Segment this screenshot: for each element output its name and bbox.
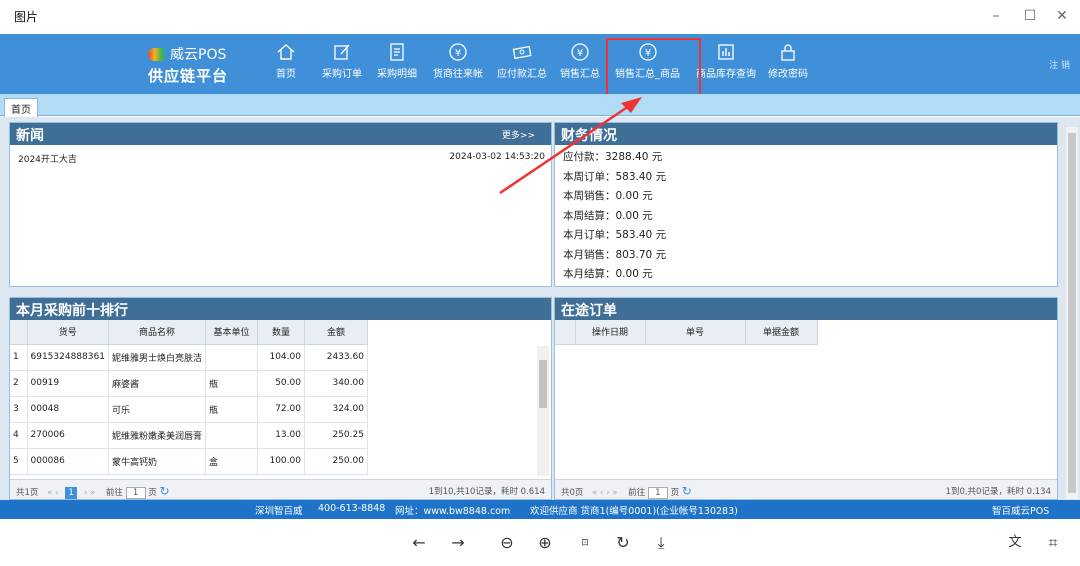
tab-bar: 首页 (0, 94, 1080, 117)
table-row[interactable]: 2 00919 麻婆酱瓶 50.00 340.00 (10, 370, 368, 397)
finance-line: 本周销售：0.00 元 (563, 190, 653, 202)
table-row[interactable]: 3 00048 可乐瓶 72.00 324.00 (10, 396, 368, 423)
col-header: 单号 (645, 320, 746, 345)
top10-panel: 本月采购前十排行 货号 商品名称 基本单位 数量 金额 1 69153248883… (9, 297, 552, 500)
close-icon[interactable]: ✕ (1052, 6, 1072, 26)
minimize-icon[interactable]: – (986, 6, 1006, 26)
col-header: 数量 (257, 320, 305, 345)
yen-circle-icon: ¥ (571, 43, 589, 61)
download-icon[interactable]: ⤓ (650, 532, 672, 554)
finance-line: 本月销售：803.70 元 (563, 248, 667, 261)
home-icon (277, 44, 295, 60)
yen-circle-icon: ¥ (449, 43, 467, 61)
news-item-date: 2024-03-02 14:53:20 (449, 152, 545, 162)
top10-table: 货号 商品名称 基本单位 数量 金额 1 6915324888361 妮维雅男士焕白… (10, 320, 368, 475)
nav-supplier-account[interactable]: ¥ 货商往来帐 (433, 38, 483, 80)
pager-info: 1到10,共10记录，耗时 0.614 (428, 487, 545, 497)
nav-purchase-order[interactable]: 采购订单 (322, 38, 362, 80)
transit-table: 操作日期 单号 单据金额 (555, 320, 818, 345)
zoom-out-icon[interactable]: ⊖ (496, 532, 518, 554)
highlight-box (606, 38, 701, 97)
page-button[interactable]: 1 (65, 487, 78, 499)
app-header: 威云POS 供应链平台 首页 采购订单 采购明细 ¥ 货商往来帐 应付款汇总 ¥ 销… (0, 34, 1080, 94)
table-row[interactable]: 5 000086 蒙牛高钙奶盒 100.00 250.00 (10, 448, 368, 475)
finance-panel: 财务情况 应付款：3288.40 元 本周订单：583.40 元 本周销售：0.… (554, 122, 1058, 287)
nav-change-password[interactable]: 修改密码 (768, 38, 808, 80)
scan-text-icon[interactable]: ⌗ (1042, 532, 1064, 554)
arrow-left-icon[interactable]: ← (408, 532, 430, 554)
table-row[interactable]: 1 6915324888361 妮维雅男士焕白亮肤洁 104.00 2433.60 (10, 344, 368, 371)
top10-pager: 共1页 « ‹ 1 › » 前往 1 页 ↻ 1到10,共10记录，耗时 0.6… (10, 479, 551, 499)
cloud-logo-icon (148, 47, 168, 61)
finance-line: 本周结算：0.00 元 (563, 209, 653, 222)
finance-line: 本月订单：583.40 元 (563, 229, 667, 241)
next-page-icon[interactable]: › » (84, 488, 95, 498)
col-header: 商品名称 (108, 320, 206, 345)
tab-home[interactable]: 首页 (4, 98, 38, 117)
nav-sales-summary[interactable]: ¥ 销售汇总 (560, 38, 600, 80)
finance-title: 财务情况 (555, 123, 1057, 145)
refresh-icon[interactable]: ↻ (160, 484, 170, 498)
news-item[interactable]: 2024开工大吉 2024-03-02 14:53:20 (10, 145, 551, 172)
pager-info: 1到0,共0记录，耗时 0.134 (945, 487, 1051, 497)
svg-text:¥: ¥ (455, 48, 461, 59)
bar-chart-icon (718, 44, 734, 60)
news-item-text: 2024开工大吉 (18, 155, 77, 165)
lock-icon (781, 44, 795, 61)
refresh-icon[interactable]: ↻ (682, 484, 692, 498)
table-scrollbar[interactable] (537, 346, 549, 476)
logo-subtitle: 供应链平台 (148, 67, 229, 85)
prev-page-icon[interactable]: « ‹ › » (592, 488, 617, 498)
page-input[interactable]: 1 (125, 487, 146, 499)
rotate-icon[interactable]: ↻ (612, 532, 634, 554)
logo-title: 威云POS (170, 47, 227, 63)
maximize-icon[interactable]: ☐ (1020, 6, 1040, 26)
table-row[interactable]: 4 270006 妮维雅粉嫩柔美润唇膏 13.00 250.25 (10, 422, 368, 449)
main-content: 新闻 更多>> 2024开工大吉 2024-03-02 14:53:20 财务情况 … (0, 117, 1080, 502)
col-header: 单据金额 (745, 320, 818, 345)
logout-link[interactable]: 注 销 (1049, 58, 1070, 71)
actual-size-icon[interactable]: ⊡ (574, 532, 596, 554)
edit-icon (334, 44, 350, 60)
svg-text:¥: ¥ (577, 48, 583, 59)
window-titlebar: 图片 – ☐ ✕ (0, 0, 1080, 34)
finance-line: 本周订单：583.40 元 (563, 170, 667, 183)
zoom-in-icon[interactable]: ⊕ (534, 532, 556, 554)
page-scrollbar[interactable] (1066, 127, 1078, 499)
image-viewer-toolbar: ← → ⊖ ⊕ ⊡ ↻ ⤓ 文 ⌗ (0, 519, 1080, 566)
nav-payable-summary[interactable]: 应付款汇总 (497, 38, 547, 80)
arrow-right-icon[interactable]: → (447, 532, 469, 554)
brand-logo: 威云POS 供应链平台 (148, 44, 228, 86)
status-footer: 深圳智百威 400-613-8848 网址：www.bw8848.com 欢迎供… (0, 500, 1080, 519)
col-header: 货号 (27, 320, 109, 345)
more-link[interactable]: 更多>> (502, 128, 535, 141)
transit-panel: 在途订单 操作日期 单号 单据金额 共0页 « ‹ › » 前往 1 页 ↻ 1… (554, 297, 1058, 500)
page-input[interactable]: 1 (647, 487, 668, 499)
nav-stock-query[interactable]: 商品库存查询 (696, 38, 756, 80)
window-title: 图片 (14, 10, 39, 24)
finance-line: 应付款：3288.40 元 (563, 151, 663, 163)
document-icon (390, 43, 404, 61)
news-panel: 新闻 更多>> 2024开工大吉 2024-03-02 14:53:20 (9, 122, 552, 287)
transit-pager: 共0页 « ‹ › » 前往 1 页 ↻ 1到0,共0记录，耗时 0.134 (555, 479, 1057, 499)
top10-title: 本月采购前十排行 (10, 298, 551, 320)
col-header: 基本单位 (205, 320, 258, 345)
news-title: 新闻 (16, 128, 44, 144)
nav-home[interactable]: 首页 (276, 38, 296, 80)
finance-line: 本月结算：0.00 元 (563, 268, 653, 280)
transit-title: 在途订单 (555, 298, 1057, 320)
col-header: 金额 (304, 320, 368, 345)
col-header: 操作日期 (575, 320, 646, 345)
cash-icon (512, 45, 532, 60)
prev-page-icon[interactable]: « ‹ (47, 488, 58, 498)
translate-icon[interactable]: 文 (1004, 532, 1026, 554)
nav-purchase-detail[interactable]: 采购明细 (377, 38, 417, 80)
